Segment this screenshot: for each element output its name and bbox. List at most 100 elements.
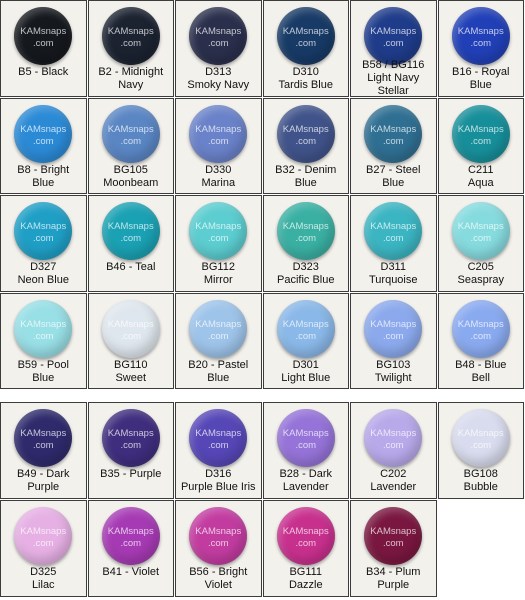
snap-swatch: KAMsnaps .com bbox=[276, 409, 335, 467]
snap-swatch: KAMsnaps .com bbox=[189, 104, 248, 163]
snap-swatch: KAMsnaps .com bbox=[189, 202, 248, 260]
watermark-text: KAMsnaps .com bbox=[457, 123, 504, 147]
swatch-label: D316 Purple Blue Iris bbox=[180, 468, 256, 493]
snap-swatch: KAMsnaps .com bbox=[276, 104, 335, 163]
swatch-card: KAMsnaps .com B5 - Black bbox=[0, 0, 87, 97]
watermark-text: KAMsnaps .com bbox=[370, 318, 417, 342]
watermark-text: KAMsnaps .com bbox=[20, 221, 67, 244]
snap-swatch: KAMsnaps .com bbox=[101, 7, 160, 65]
swatch-label: B2 - Midnight Navy bbox=[98, 66, 164, 91]
swatch-card: KAMsnaps .com B32 - Denim Blue bbox=[262, 97, 349, 194]
swatch-label: B28 - Dark Lavender bbox=[279, 468, 333, 493]
swatch-card: KAMsnaps .com BG112 Mirror bbox=[175, 195, 262, 292]
snap-swatch: KAMsnaps .com bbox=[14, 409, 73, 467]
swatch-label: B58 / BG116 Light Navy Stellar bbox=[362, 59, 425, 97]
swatch-card: KAMsnaps .com BG108 Bubble bbox=[437, 402, 524, 499]
swatch-card: KAMsnaps .com B28 - Dark Lavender bbox=[262, 402, 349, 499]
snap-swatch: KAMsnaps .com bbox=[14, 202, 73, 260]
swatch-label: BG110 Sweet bbox=[114, 358, 148, 384]
swatch-card: KAMsnaps .com B35 - Purple bbox=[87, 402, 174, 499]
watermark-text: KAMsnaps .com bbox=[195, 26, 242, 49]
swatch-card: KAMsnaps .com B56 - Bright Violet bbox=[175, 500, 262, 597]
swatch-label: D330 Marina bbox=[201, 163, 236, 189]
swatch-card: KAMsnaps .com B48 - Blue Bell bbox=[437, 292, 524, 389]
watermark-text: KAMsnaps .com bbox=[370, 428, 417, 451]
snap-swatch: KAMsnaps .com bbox=[101, 202, 160, 260]
snap-swatch: KAMsnaps .com bbox=[189, 409, 248, 467]
swatch-card: KAMsnaps .com D301 Light Blue bbox=[262, 292, 349, 389]
swatch-card: KAMsnaps .com B59 - Pool Blue bbox=[0, 292, 87, 389]
swatch-label: B32 - Denim Blue bbox=[275, 163, 337, 189]
swatch-card: KAMsnaps .com B41 - Violet bbox=[87, 500, 174, 597]
snap-swatch: KAMsnaps .com bbox=[189, 507, 248, 565]
swatch-label: D301 Light Blue bbox=[281, 358, 331, 384]
swatch-label: B27 - Steel Blue bbox=[366, 163, 421, 189]
swatch-card: KAMsnaps .com D316 Purple Blue Iris bbox=[175, 402, 262, 499]
swatch-card: KAMsnaps .com B58 / BG116 Light Navy Stel… bbox=[350, 0, 437, 97]
swatch-label: BG111 Dazzle bbox=[288, 566, 323, 591]
watermark-text: KAMsnaps .com bbox=[282, 526, 329, 549]
swatch-label: B56 - Bright Violet bbox=[189, 566, 248, 591]
watermark-text: KAMsnaps .com bbox=[20, 318, 67, 342]
swatch-label: D323 Pacific Blue bbox=[277, 261, 335, 286]
watermark-text: KAMsnaps .com bbox=[107, 318, 154, 342]
swatch-label: BG103 Twilight bbox=[374, 358, 412, 384]
swatch-label: B48 - Blue Bell bbox=[455, 358, 507, 384]
swatch-card: KAMsnaps .com D330 Marina bbox=[175, 97, 262, 194]
watermark-text: KAMsnaps .com bbox=[107, 428, 154, 451]
snap-swatch: KAMsnaps .com bbox=[14, 507, 73, 565]
swatch-card: KAMsnaps .com B8 - Bright Blue bbox=[0, 97, 87, 194]
swatch-label: B8 - Bright Blue bbox=[17, 163, 70, 189]
watermark-text: KAMsnaps .com bbox=[370, 221, 417, 244]
swatch-label: C205 Seaspray bbox=[457, 261, 504, 286]
watermark-text: KAMsnaps .com bbox=[20, 26, 67, 49]
swatch-label: B46 - Teal bbox=[106, 261, 156, 273]
snap-swatch: KAMsnaps .com bbox=[451, 7, 510, 65]
swatch-card: KAMsnaps .com B27 - Steel Blue bbox=[350, 97, 437, 194]
snap-swatch: KAMsnaps .com bbox=[451, 202, 510, 260]
swatch-card: KAMsnaps .com BG110 Sweet bbox=[87, 292, 174, 389]
watermark-text: KAMsnaps .com bbox=[107, 123, 154, 147]
snap-swatch: KAMsnaps .com bbox=[14, 299, 73, 358]
swatch-card: KAMsnaps .com C205 Seaspray bbox=[437, 195, 524, 292]
watermark-text: KAMsnaps .com bbox=[107, 26, 154, 49]
watermark-text: KAMsnaps .com bbox=[20, 123, 67, 147]
snap-swatch: KAMsnaps .com bbox=[451, 104, 510, 163]
swatch-label: B35 - Purple bbox=[100, 468, 162, 480]
swatch-label: B20 - Pastel Blue bbox=[188, 358, 249, 384]
snap-swatch: KAMsnaps .com bbox=[276, 202, 335, 260]
snap-swatch: KAMsnaps .com bbox=[14, 104, 73, 163]
swatch-card: KAMsnaps .com B16 - Royal Blue bbox=[437, 0, 524, 97]
swatch-card: KAMsnaps .com D310 Tardis Blue bbox=[262, 0, 349, 97]
watermark-text: KAMsnaps .com bbox=[107, 221, 154, 244]
swatch-card: KAMsnaps .com BG111 Dazzle bbox=[262, 500, 349, 597]
watermark-text: KAMsnaps .com bbox=[282, 428, 329, 451]
swatch-label: B49 - Dark Purple bbox=[16, 468, 70, 493]
watermark-text: KAMsnaps .com bbox=[370, 26, 417, 49]
snap-swatch: KAMsnaps .com bbox=[451, 299, 510, 358]
swatch-card: KAMsnaps .com BG105 Moonbeam bbox=[87, 97, 174, 194]
swatch-label: D313 Smoky Navy bbox=[187, 66, 250, 91]
snap-swatch: KAMsnaps .com bbox=[189, 299, 248, 358]
snap-swatch: KAMsnaps .com bbox=[189, 7, 248, 65]
swatch-label: D325 Lilac bbox=[30, 566, 57, 591]
swatch-label: BG112 Mirror bbox=[201, 261, 235, 286]
swatch-label: C211 Aqua bbox=[467, 163, 494, 189]
swatch-label: BG108 Bubble bbox=[463, 468, 498, 493]
watermark-text: KAMsnaps .com bbox=[107, 526, 154, 549]
snap-swatch: KAMsnaps .com bbox=[101, 409, 160, 467]
swatch-card: KAMsnaps .com B34 - Plum Purple bbox=[350, 500, 437, 597]
watermark-text: KAMsnaps .com bbox=[282, 318, 329, 342]
snap-swatch: KAMsnaps .com bbox=[101, 299, 160, 358]
watermark-text: KAMsnaps .com bbox=[282, 123, 329, 147]
swatch-card: KAMsnaps .com D325 Lilac bbox=[0, 500, 87, 597]
swatch-label: B5 - Black bbox=[18, 66, 69, 78]
swatch-card: KAMsnaps .com D323 Pacific Blue bbox=[262, 195, 349, 292]
watermark-text: KAMsnaps .com bbox=[457, 428, 504, 451]
swatch-label: D310 Tardis Blue bbox=[278, 66, 333, 91]
swatch-label: BG105 Moonbeam bbox=[103, 163, 159, 189]
swatch-label: B59 - Pool Blue bbox=[17, 358, 69, 384]
swatch-label: B16 - Royal Blue bbox=[452, 66, 510, 91]
watermark-text: KAMsnaps .com bbox=[282, 26, 329, 49]
watermark-text: KAMsnaps .com bbox=[195, 428, 242, 451]
